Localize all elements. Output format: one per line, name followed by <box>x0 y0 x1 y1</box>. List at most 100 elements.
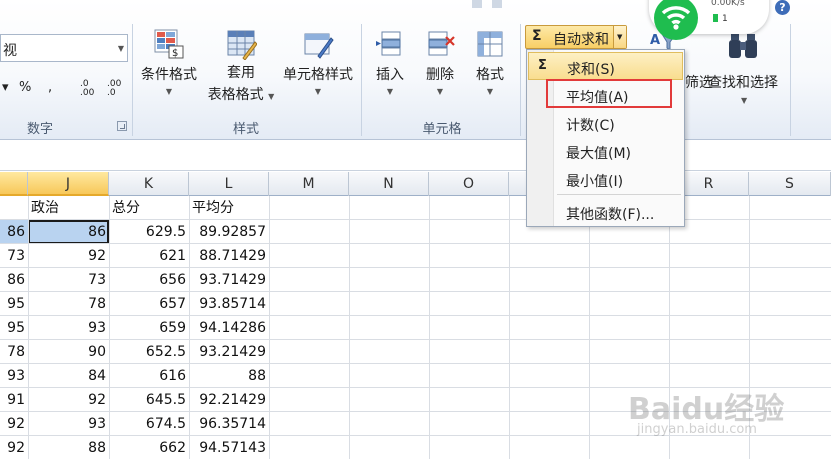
cell-j-header[interactable]: 政治 <box>28 196 109 220</box>
table-cell[interactable]: 88 <box>189 364 269 388</box>
autosum-dropdown-menu: Σ 求和(S) 平均值(A) 计数(C) 最大值(M) 最小值(I) 其他函数(… <box>526 49 685 227</box>
menu-item-max[interactable]: 最大值(M) <box>528 137 683 165</box>
table-cell[interactable]: 616 <box>109 364 189 388</box>
table-cell[interactable]: 84 <box>28 364 109 388</box>
table-cell[interactable]: 621 <box>109 244 189 268</box>
table-cell[interactable]: 659 <box>109 316 189 340</box>
table-cell[interactable]: 92 <box>28 244 109 268</box>
format-as-table-button[interactable]: 套用 表格格式 ▼ <box>204 28 278 104</box>
table-cell[interactable]: 89.92857 <box>189 220 269 244</box>
column-header-m[interactable]: M <box>269 172 349 196</box>
cell-k-header[interactable]: 总分 <box>109 196 189 220</box>
table-cell[interactable]: 95 <box>0 316 28 340</box>
conditional-format-button[interactable]: $ 条件格式 ▼ <box>136 28 202 96</box>
table-cell[interactable]: 78 <box>28 292 109 316</box>
table-cell[interactable]: 674.5 <box>109 412 189 436</box>
table-cell[interactable]: 629.5 <box>109 220 189 244</box>
cell-l-header[interactable]: 平均分 <box>189 196 269 220</box>
table-cell[interactable]: 86 <box>0 220 28 244</box>
column-header-o[interactable]: O <box>429 172 509 196</box>
table-cell[interactable]: 92.21429 <box>189 388 269 412</box>
menu-item-label: 最小值(I) <box>566 174 624 190</box>
format-button[interactable]: 格式 ▼ <box>468 28 512 96</box>
percent-style-button[interactable]: % <box>19 80 31 95</box>
autosum-button[interactable]: Σ 自动求和 ▼ <box>525 25 627 49</box>
cell-styles-button[interactable]: 单元格样式 ▼ <box>278 28 358 96</box>
table-cell[interactable]: 652.5 <box>109 340 189 364</box>
chevron-down-icon: ▼ <box>165 87 173 96</box>
quick-access-icons <box>472 0 502 8</box>
table-cell[interactable]: 91 <box>0 388 28 412</box>
table-cell[interactable]: 93 <box>28 316 109 340</box>
number-format-value: 视 <box>3 43 17 59</box>
table-cell[interactable]: 93.71429 <box>189 268 269 292</box>
number-dialog-launcher-icon[interactable] <box>117 121 127 131</box>
column-header-row: J K L M N O P Q R S <box>0 172 831 196</box>
table-cell[interactable]: 78 <box>0 340 28 364</box>
svg-text:$: $ <box>172 48 178 59</box>
gridline <box>349 196 350 459</box>
table-cell[interactable]: 645.5 <box>109 388 189 412</box>
insert-label: 插入 <box>376 67 404 83</box>
decrease-decimal-button[interactable]: .00 .0 <box>107 80 121 98</box>
gridline <box>509 196 510 459</box>
delete-button[interactable]: 删除 ▼ <box>418 28 462 96</box>
table-cell[interactable]: 93 <box>0 364 28 388</box>
table-cell[interactable]: 88 <box>28 436 109 459</box>
menu-item-more-functions[interactable]: 其他函数(F)... <box>528 198 683 226</box>
group-label-number: 数字 <box>26 122 53 137</box>
column-header-s[interactable]: S <box>749 172 831 196</box>
column-header-i[interactable] <box>0 172 28 196</box>
table-cell[interactable]: 657 <box>109 292 189 316</box>
table-cell[interactable]: 656 <box>109 268 189 292</box>
menu-separator <box>557 194 681 195</box>
conditional-format-icon: $ <box>154 29 184 59</box>
table-cell[interactable]: 92 <box>28 388 109 412</box>
table-cell[interactable]: 73 <box>28 268 109 292</box>
column-header-l[interactable]: L <box>189 172 269 196</box>
table-cell[interactable]: 88.71429 <box>189 244 269 268</box>
insert-button[interactable]: 插入 ▼ <box>368 28 412 96</box>
table-format-label-2: 表格格式 ▼ <box>204 84 278 104</box>
column-header-k[interactable]: K <box>109 172 189 196</box>
comma-style-icon[interactable]: , <box>48 80 52 95</box>
help-icon[interactable]: ? <box>775 0 790 15</box>
autosum-dropdown-arrow[interactable]: ▼ <box>613 26 626 48</box>
watermark-url: jingyan.baidu.com <box>637 422 757 437</box>
table-cell[interactable]: 92 <box>0 436 28 459</box>
table-cell[interactable]: 96.35714 <box>189 412 269 436</box>
table-cell[interactable]: 94.57143 <box>189 436 269 459</box>
binoculars-icon <box>729 34 757 58</box>
delete-cells-icon <box>428 31 455 56</box>
table-cell[interactable]: 93 <box>28 412 109 436</box>
cell-styles-icon <box>304 33 334 59</box>
currency-dropdown-icon[interactable]: ▾ <box>2 80 9 95</box>
ribbon-separator <box>132 24 133 136</box>
chevron-down-icon: ▼ <box>436 87 444 96</box>
format-label: 格式 <box>476 67 504 83</box>
table-cell[interactable]: 86 <box>0 268 28 292</box>
column-header-n[interactable]: N <box>349 172 429 196</box>
table-cell[interactable]: 94.14286 <box>189 316 269 340</box>
menu-item-sum[interactable]: Σ 求和(S) <box>528 52 683 80</box>
increase-decimal-button[interactable]: .0 .00 <box>80 80 94 98</box>
gridline <box>269 196 270 459</box>
menu-item-label: 最大值(M) <box>566 146 632 162</box>
autosum-label: 自动求和 <box>553 32 609 48</box>
table-cell[interactable]: 86 <box>28 220 109 244</box>
table-cell[interactable]: 92 <box>0 412 28 436</box>
table-cell[interactable]: 662 <box>109 436 189 459</box>
number-format-combo[interactable]: 视 ▼ <box>0 34 128 62</box>
chevron-down-icon: ▼ <box>314 87 322 96</box>
table-cell[interactable]: 90 <box>28 340 109 364</box>
menu-item-min[interactable]: 最小值(I) <box>528 165 683 193</box>
find-select-label[interactable]: 查找和选择 <box>708 72 778 92</box>
format-cells-icon <box>477 31 503 57</box>
menu-item-count[interactable]: 计数(C) <box>528 109 683 137</box>
table-cell[interactable]: 73 <box>0 244 28 268</box>
table-cell[interactable]: 93.21429 <box>189 340 269 364</box>
table-cell[interactable]: 95 <box>0 292 28 316</box>
ribbon-separator <box>361 24 362 136</box>
table-cell[interactable]: 93.85714 <box>189 292 269 316</box>
column-header-j[interactable]: J <box>28 172 109 196</box>
